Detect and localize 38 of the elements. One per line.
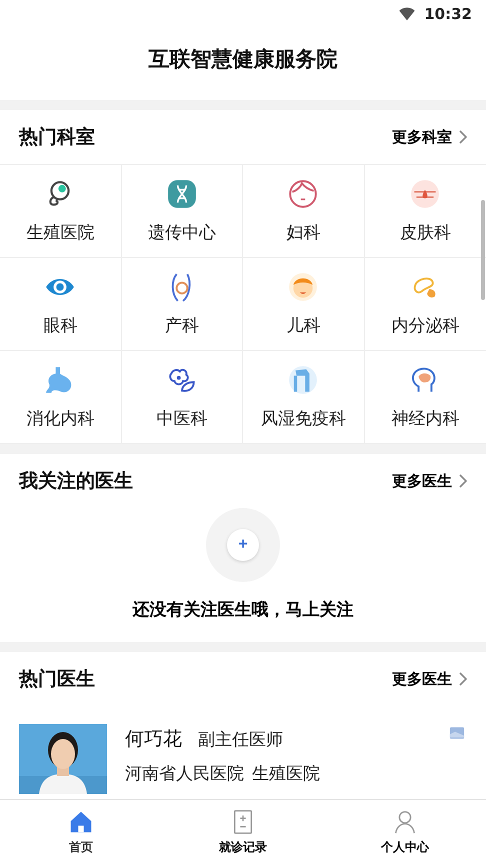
more-link[interactable]: 更多医生 (392, 670, 468, 688)
nav-tab[interactable]: 个人中心 (324, 800, 486, 864)
chevron-right-icon (458, 129, 468, 145)
add-doctor-button[interactable]: + (206, 508, 280, 582)
department-item[interactable]: 儿科 (243, 258, 364, 351)
knee-icon (288, 364, 318, 394)
hospital-name: 河南省人民医院 (125, 763, 244, 785)
department-item[interactable]: 遗传中心 (122, 165, 243, 258)
department-item[interactable]: 生殖医院 (0, 165, 122, 258)
image-icon (448, 724, 466, 742)
child-icon (288, 272, 318, 302)
department-item[interactable]: 消化内科 (0, 351, 122, 444)
app-title: 互联智慧健康服务院 (148, 46, 338, 73)
section-title: 热门医生 (19, 667, 95, 692)
empty-message: 还没有关注医生哦，马上关注 (132, 599, 354, 621)
wifi-icon (398, 5, 416, 23)
chevron-right-icon (458, 671, 468, 687)
nav-tab[interactable]: 首页 (0, 800, 162, 864)
department-item[interactable]: 产科 (122, 258, 243, 351)
status-time: 10:32 (424, 5, 472, 23)
department-item[interactable]: 眼科 (0, 258, 122, 351)
woman-icon (288, 178, 318, 208)
chevron-right-icon (458, 473, 468, 489)
department-name: 生殖医院 (252, 763, 320, 785)
nav-tab[interactable]: 就诊记录 (162, 800, 324, 864)
more-link[interactable]: 更多科室 (392, 128, 468, 146)
doctor-name: 何巧花 (125, 727, 182, 752)
doctor-title: 副主任医师 (198, 729, 283, 751)
person-icon (392, 808, 418, 834)
skin-icon (410, 178, 440, 208)
department-item[interactable]: 妇科 (243, 165, 364, 258)
dna-icon (166, 178, 197, 208)
section-title: 我关注的医生 (19, 469, 133, 494)
more-link[interactable]: 更多医生 (392, 472, 468, 490)
section-title: 热门科室 (19, 125, 95, 150)
department-item[interactable]: 神经内科 (364, 351, 486, 444)
department-item[interactable]: 风湿免疫科 (243, 351, 364, 444)
department-item[interactable]: 中医科 (122, 351, 243, 444)
